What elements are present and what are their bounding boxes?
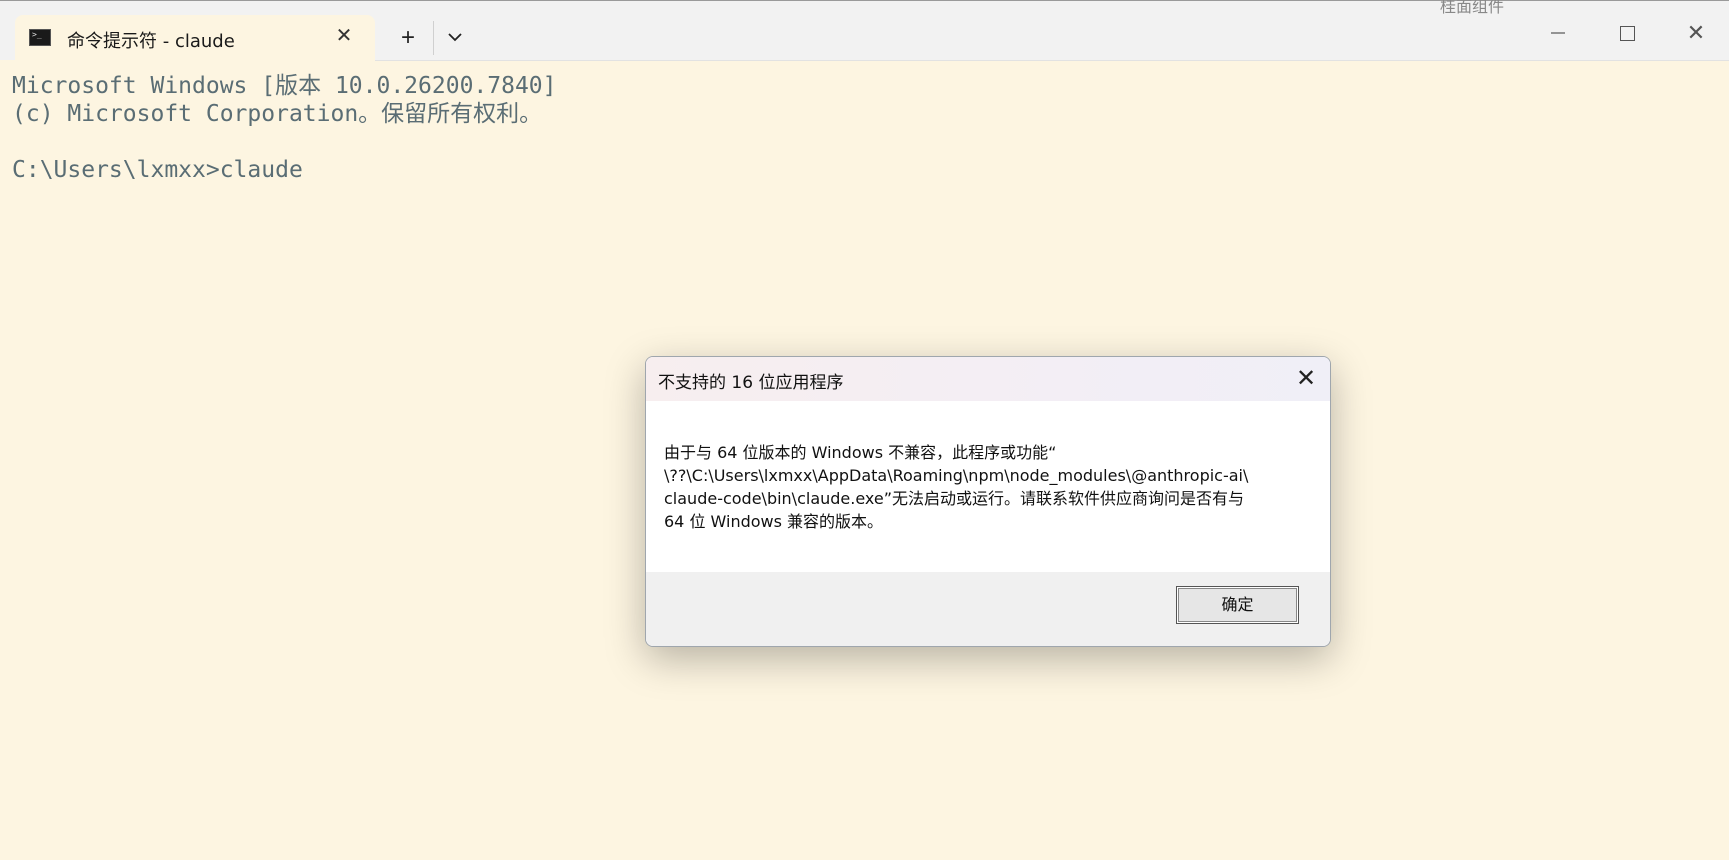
terminal-prompt-line: C:\Users\lxmxx>claude bbox=[12, 157, 303, 183]
ok-button[interactable]: 确定 bbox=[1176, 586, 1299, 624]
terminal-line: (c) Microsoft Corporation。保留所有权利。 bbox=[12, 101, 543, 127]
terminal-output[interactable]: Microsoft Windows [版本 10.0.26200.7840] (… bbox=[12, 72, 557, 184]
dialog-message-line: 由于与 64 位版本的 Windows 不兼容，此程序或功能“ bbox=[664, 443, 1057, 462]
dialog-message-line: claude-code\bin\claude.exe”无法启动或运行。请联系软件… bbox=[664, 489, 1245, 508]
tab-command-prompt[interactable]: >_ 命令提示符 - claude ✕ bbox=[15, 15, 375, 61]
dialog-title: 不支持的 16 位应用程序 bbox=[658, 373, 844, 393]
maximize-button[interactable] bbox=[1604, 15, 1650, 51]
tab-divider bbox=[433, 21, 434, 55]
tab-close-icon[interactable]: ✕ bbox=[331, 23, 357, 49]
dialog-message-line: \??\C:\Users\lxmxx\AppData\Roaming\npm\n… bbox=[664, 466, 1249, 485]
dialog-title-bar: 不支持的 16 位应用程序 ✕ bbox=[646, 357, 1330, 401]
terminal-line: Microsoft Windows [版本 10.0.26200.7840] bbox=[12, 73, 557, 99]
dialog-footer: 确定 bbox=[646, 572, 1330, 646]
title-bar: 桂面组件 >_ 命令提示符 - claude ✕ + ✕ bbox=[0, 0, 1729, 61]
maximize-icon bbox=[1619, 26, 1635, 41]
dialog-close-icon[interactable]: ✕ bbox=[1290, 363, 1322, 395]
tab-dropdown-chevron-icon[interactable] bbox=[440, 23, 470, 53]
terminal-icon: >_ bbox=[29, 29, 51, 46]
error-dialog: 不支持的 16 位应用程序 ✕ 由于与 64 位版本的 Windows 不兼容，… bbox=[645, 356, 1331, 647]
close-window-button[interactable]: ✕ bbox=[1673, 15, 1719, 51]
new-tab-button[interactable]: + bbox=[393, 23, 423, 53]
dialog-message: 由于与 64 位版本的 Windows 不兼容，此程序或功能“ \??\C:\U… bbox=[664, 441, 1304, 533]
dialog-message-line: 64 位 Windows 兼容的版本。 bbox=[664, 512, 884, 531]
tab-title: 命令提示符 - claude bbox=[67, 31, 235, 52]
background-window-text: 桂面组件 bbox=[1440, 0, 1505, 16]
tab-strip-divider bbox=[375, 60, 1729, 61]
minimize-button[interactable] bbox=[1535, 15, 1581, 51]
